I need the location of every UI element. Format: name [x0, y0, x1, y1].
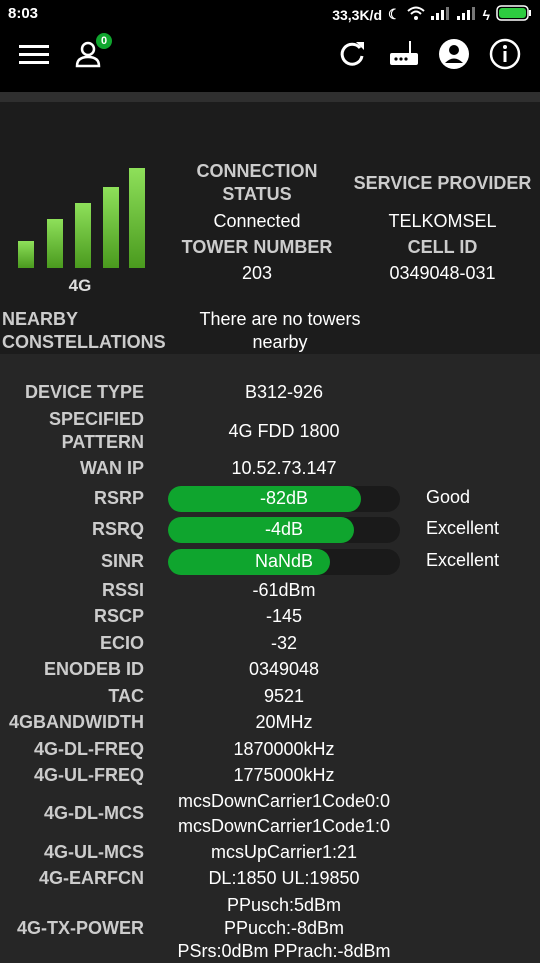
signal-bar-1 [18, 241, 34, 268]
rssi-label: RSSI [101, 580, 144, 600]
dl-mcs-value-1: mcsDownCarrier1Code0:0 [177, 791, 391, 811]
rssi-value: -61dBm [252, 580, 316, 600]
menu-icon[interactable] [16, 36, 52, 72]
refresh-icon[interactable] [334, 36, 370, 72]
nearby-value: There are no towers nearby [199, 309, 361, 352]
ecio-value: -32 [270, 633, 297, 653]
app-bar: 0 [0, 30, 540, 92]
router-icon[interactable] [386, 36, 422, 72]
cell-id-value: 0349048-031 [389, 263, 496, 283]
pattern-value: 4G FDD 1800 [228, 421, 340, 441]
wan-ip-value: 10.52.73.147 [231, 458, 337, 478]
dl-freq-value: 1870000kHz [233, 739, 335, 759]
connection-status-value: Connected [213, 211, 301, 231]
speed-text: 33,3K/d [332, 6, 383, 23]
wifi-icon [406, 6, 425, 23]
dl-freq-label: 4G-DL-FREQ [34, 739, 144, 759]
ul-freq-label: 4G-UL-FREQ [34, 765, 144, 785]
network-type: 4G [68, 276, 92, 295]
tx-power-label: 4G-TX-POWER [16, 918, 144, 938]
ecio-label: ECIO [99, 633, 144, 653]
tower-number-value: 203 [241, 263, 273, 283]
sinr-label: SINR [100, 551, 144, 571]
rsrp-value: -82dB [259, 488, 309, 508]
signal-bar-2 [47, 219, 63, 268]
battery-icon [496, 5, 532, 24]
account-icon[interactable] [436, 36, 472, 72]
earfcn-value: DL:1850 UL:19850 [208, 868, 360, 888]
enodeb-label: ENODEB ID [43, 659, 144, 679]
bandwidth-label: 4GBANDWIDTH [9, 712, 144, 732]
ul-freq-value: 1775000kHz [233, 765, 335, 785]
charging-icon: ϟ [482, 6, 490, 23]
device-type-label: DEVICE TYPE [24, 382, 144, 402]
moon-icon: ☾ [388, 6, 401, 22]
nearby-header: NEARBY CONSTELLATIONS [2, 309, 166, 352]
signal-bars [18, 166, 148, 268]
earfcn-label: 4G-EARFCN [38, 868, 144, 888]
rsrp-label: RSRP [93, 488, 144, 508]
signal-icon-1 [430, 6, 451, 23]
pattern-label: SPECIFIED PATTERN [48, 409, 144, 452]
rsrp-quality: Good [426, 487, 471, 507]
dl-mcs-value-2: mcsDownCarrier1Code1:0 [177, 816, 391, 836]
status-right: 33,3K/d ☾ ϟ [332, 5, 532, 24]
cell-id-header: CELL ID [407, 237, 478, 257]
connection-status-header: CONNECTION STATUS [196, 161, 318, 204]
rsrp-meter: -82dB [168, 486, 400, 512]
status-time: 8:03 [8, 5, 39, 22]
signal-icon-2 [456, 6, 477, 23]
sinr-meter: NaNdB [168, 549, 400, 575]
ul-mcs-value: mcsUpCarrier1:21 [210, 842, 358, 862]
service-provider-header: SERVICE PROVIDER [353, 173, 532, 193]
rscp-value: -145 [265, 606, 303, 626]
wan-ip-label: WAN IP [79, 458, 144, 478]
rscp-label: RSCP [93, 606, 144, 626]
ul-mcs-label: 4G-UL-MCS [44, 842, 144, 862]
separator [0, 92, 540, 102]
tac-label: TAC [108, 686, 144, 706]
rsrq-quality: Excellent [426, 518, 500, 538]
tx-power-value-2: PPucch:-8dBm [223, 918, 345, 938]
bandwidth-value: 20MHz [255, 712, 313, 732]
signal-bar-5 [129, 168, 145, 268]
user-icon[interactable]: 0 [70, 33, 112, 72]
dl-mcs-label: 4G-DL-MCS [44, 803, 144, 823]
rsrq-value: -4dB [264, 519, 304, 539]
tx-power-value-1: PPusch:5dBm [226, 895, 342, 915]
tower-number-header: TOWER NUMBER [181, 237, 333, 257]
info-icon[interactable] [487, 36, 523, 72]
signal-bar-3 [75, 203, 91, 268]
rsrq-meter: -4dB [168, 517, 400, 543]
device-type-value: B312-926 [244, 382, 324, 402]
tac-value: 9521 [263, 686, 305, 706]
status-bar: 8:03 33,3K/d ☾ ϟ [0, 0, 540, 30]
enodeb-value: 0349048 [248, 659, 320, 679]
sinr-quality: Excellent [426, 550, 500, 570]
rsrq-label: RSRQ [91, 519, 144, 539]
signal-bar-4 [103, 187, 119, 268]
service-provider-value: TELKOMSEL [388, 211, 497, 231]
sinr-value: NaNdB [254, 551, 314, 571]
user-badge: 0 [96, 33, 112, 49]
